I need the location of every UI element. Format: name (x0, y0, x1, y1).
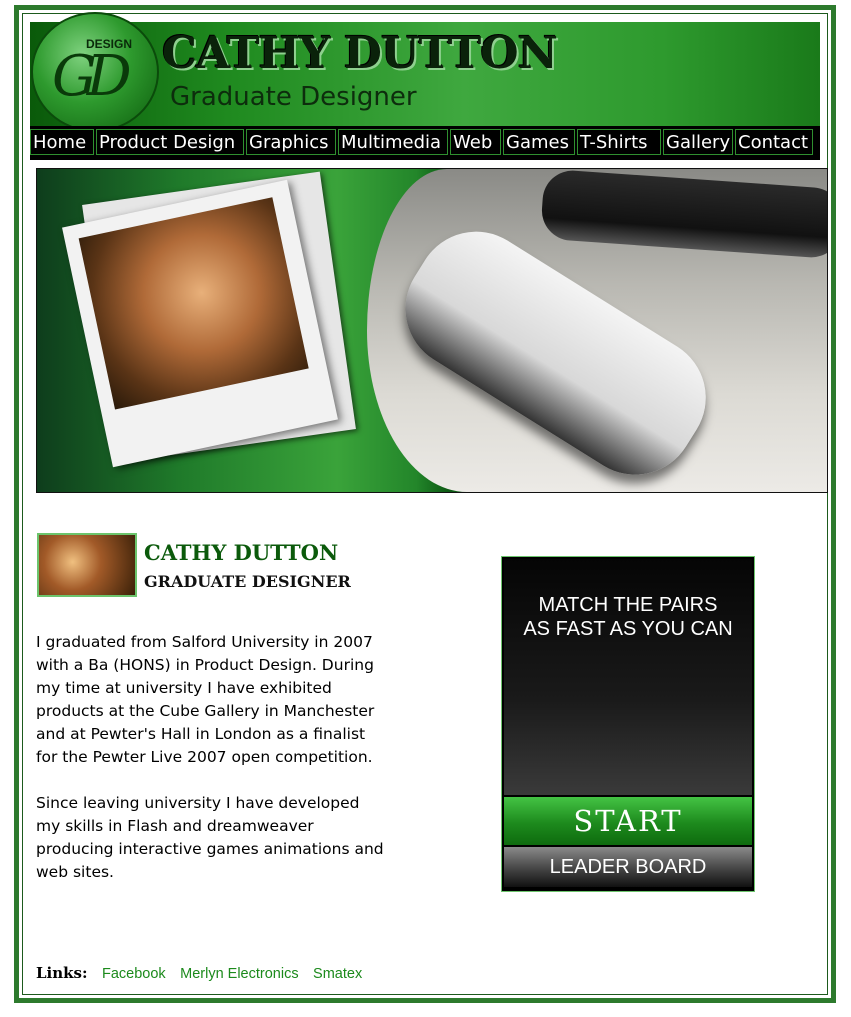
nav-home[interactable]: Home (30, 129, 94, 155)
game-title-line-2: AS FAST AS YOU CAN (523, 618, 733, 640)
nav-games[interactable]: Games (503, 129, 575, 155)
main-nav: Home Product Design Graphics Multimedia … (30, 126, 820, 160)
nav-product-design[interactable]: Product Design (96, 129, 244, 155)
hero-portrait-photo (78, 197, 309, 410)
nav-graphics[interactable]: Graphics (246, 129, 336, 155)
nav-web[interactable]: Web (450, 129, 501, 155)
intro-name: CATHY DUTTON (144, 540, 339, 565)
hero-image (36, 168, 828, 493)
match-pairs-game: MATCH THE PAIRS AS FAST AS YOU CAN START… (501, 556, 755, 892)
game-title-line-1: MATCH THE PAIRS (538, 594, 718, 616)
intro-paragraph-1: I graduated from Salford University in 2… (36, 633, 375, 766)
intro-role: GRADUATE DESIGNER (144, 572, 351, 591)
site-subtitle: Graduate Designer (170, 82, 417, 112)
link-merlyn-electronics[interactable]: Merlyn Electronics (180, 966, 298, 982)
link-smatex[interactable]: Smatex (313, 966, 362, 982)
footer-links: Links: Facebook Merlyn Electronics Smate… (36, 964, 362, 982)
link-facebook[interactable]: Facebook (102, 966, 166, 982)
intro-paragraph-2: Since leaving university I have develope… (36, 794, 384, 881)
logo-monogram: GD (52, 44, 132, 109)
site-title: CATHY DUTTON (162, 28, 558, 79)
game-title: MATCH THE PAIRS AS FAST AS YOU CAN (504, 593, 752, 641)
profile-photo (37, 533, 137, 597)
nav-tshirts[interactable]: T-Shirts (577, 129, 661, 155)
nav-gallery[interactable]: Gallery (663, 129, 733, 155)
nav-multimedia[interactable]: Multimedia (338, 129, 448, 155)
links-label: Links: (36, 964, 88, 982)
nav-contact[interactable]: Contact (735, 129, 813, 155)
game-start-button[interactable]: START (504, 797, 752, 845)
game-leaderboard-button[interactable]: LEADER BOARD (504, 847, 752, 887)
